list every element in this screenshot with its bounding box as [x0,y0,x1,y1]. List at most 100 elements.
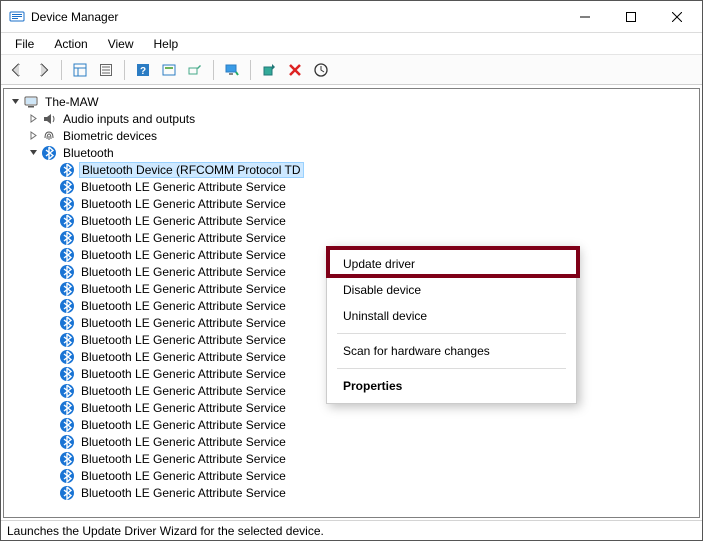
tree-device-label: Bluetooth LE Generic Attribute Service [79,282,288,296]
toolbar-forward-button[interactable] [31,58,55,82]
chevron-right-icon[interactable] [26,112,40,126]
context-menu: Update driver Disable device Uninstall d… [326,246,577,404]
toolbar-delete-button[interactable] [283,58,307,82]
tree-device-label: Bluetooth LE Generic Attribute Service [79,299,288,313]
tree-root-label: The-MAW [43,95,101,109]
device-manager-window: Device Manager File Action View Help ? T… [0,0,703,541]
statusbar: Launches the Update Driver Wizard for th… [1,520,702,540]
tree-device-label: Bluetooth LE Generic Attribute Service [79,418,288,432]
tree-device-label: Bluetooth LE Generic Attribute Service [79,265,288,279]
ctx-uninstall-device[interactable]: Uninstall device [329,303,574,329]
bluetooth-icon [59,315,75,331]
tree-root[interactable]: The-MAW [8,93,699,110]
chevron-down-icon[interactable] [26,146,40,160]
tree-category[interactable]: Audio inputs and outputs [8,110,699,127]
bluetooth-icon [59,196,75,212]
ctx-scan-hardware[interactable]: Scan for hardware changes [329,338,574,364]
app-icon [9,9,25,25]
tree-device-label: Bluetooth LE Generic Attribute Service [79,384,288,398]
bluetooth-icon [59,349,75,365]
bluetooth-icon [59,332,75,348]
tree-device-label: Bluetooth LE Generic Attribute Service [79,180,288,194]
tree-device-label: Bluetooth LE Generic Attribute Service [79,367,288,381]
tree-device-label: Bluetooth LE Generic Attribute Service [79,452,288,466]
toolbar-back-button[interactable] [5,58,29,82]
ctx-properties[interactable]: Properties [329,373,574,399]
fingerprint-icon [41,128,57,144]
tree-device[interactable]: Bluetooth LE Generic Attribute Service [8,433,699,450]
toolbar-icon-1[interactable] [68,58,92,82]
bluetooth-icon [59,451,75,467]
bluetooth-icon [59,298,75,314]
menu-help[interactable]: Help [144,35,189,53]
menubar: File Action View Help [1,33,702,55]
bluetooth-icon [59,417,75,433]
tree-device-label: Bluetooth LE Generic Attribute Service [79,197,288,211]
toolbar-update-driver-button[interactable] [257,58,281,82]
menu-action[interactable]: Action [44,35,97,53]
statusbar-text: Launches the Update Driver Wizard for th… [7,524,324,538]
tree-device-label: Bluetooth Device (RFCOMM Protocol TD [79,162,304,178]
close-button[interactable] [654,2,700,32]
tree-device-label: Bluetooth LE Generic Attribute Service [79,248,288,262]
tree-device[interactable]: Bluetooth LE Generic Attribute Service [8,195,699,212]
ctx-separator [337,333,566,334]
bluetooth-icon [59,162,75,178]
bluetooth-icon [59,485,75,501]
toolbar-help-button[interactable]: ? [131,58,155,82]
menu-file[interactable]: File [5,35,44,53]
tree-device-label: Bluetooth LE Generic Attribute Service [79,469,288,483]
toolbar-monitor-button[interactable] [220,58,244,82]
tree-device[interactable]: Bluetooth LE Generic Attribute Service [8,229,699,246]
bluetooth-icon [59,468,75,484]
tree-device-label: Bluetooth LE Generic Attribute Service [79,486,288,500]
speaker-icon [41,111,57,127]
toolbar-separator [61,60,62,80]
maximize-button[interactable] [608,2,654,32]
menu-view[interactable]: View [98,35,144,53]
tree-device-selected[interactable]: Bluetooth Device (RFCOMM Protocol TD [8,161,699,178]
bluetooth-icon [59,230,75,246]
tree-category-label: Bluetooth [61,146,116,160]
tree-device[interactable]: Bluetooth LE Generic Attribute Service [8,484,699,501]
titlebar: Device Manager [1,1,702,33]
toolbar-scan-button[interactable] [309,58,333,82]
toolbar-icon-2[interactable] [94,58,118,82]
bluetooth-icon [59,400,75,416]
svg-text:?: ? [140,66,146,77]
tree-category[interactable]: Bluetooth [8,144,699,161]
tree-device-label: Bluetooth LE Generic Attribute Service [79,231,288,245]
tree-device-label: Bluetooth LE Generic Attribute Service [79,435,288,449]
tree-category-label: Audio inputs and outputs [61,112,197,126]
tree-device[interactable]: Bluetooth LE Generic Attribute Service [8,450,699,467]
body: The-MAW Audio inputs and outputs Biometric… [1,85,702,520]
tree-category-label: Biometric devices [61,129,159,143]
chevron-right-icon[interactable] [26,129,40,143]
tree-category[interactable]: Biometric devices [8,127,699,144]
toolbar-icon-4[interactable] [157,58,181,82]
pc-icon [23,94,39,110]
toolbar-separator [250,60,251,80]
window-title: Device Manager [31,10,118,24]
tree-device-label: Bluetooth LE Generic Attribute Service [79,333,288,347]
ctx-update-driver[interactable]: Update driver [329,251,574,277]
tree-device[interactable]: Bluetooth LE Generic Attribute Service [8,178,699,195]
toolbar-separator [124,60,125,80]
tree-device-label: Bluetooth LE Generic Attribute Service [79,316,288,330]
tree-device[interactable]: Bluetooth LE Generic Attribute Service [8,416,699,433]
tree-device-label: Bluetooth LE Generic Attribute Service [79,401,288,415]
ctx-disable-device[interactable]: Disable device [329,277,574,303]
toolbar-icon-5[interactable] [183,58,207,82]
bluetooth-icon [59,264,75,280]
toolbar: ? [1,55,702,85]
tree-device-label: Bluetooth LE Generic Attribute Service [79,214,288,228]
chevron-down-icon[interactable] [8,95,22,109]
tree-device[interactable]: Bluetooth LE Generic Attribute Service [8,467,699,484]
tree-device[interactable]: Bluetooth LE Generic Attribute Service [8,212,699,229]
bluetooth-icon [59,213,75,229]
bluetooth-icon [59,366,75,382]
toolbar-separator [213,60,214,80]
minimize-button[interactable] [562,2,608,32]
bluetooth-icon [59,434,75,450]
bluetooth-icon [59,281,75,297]
